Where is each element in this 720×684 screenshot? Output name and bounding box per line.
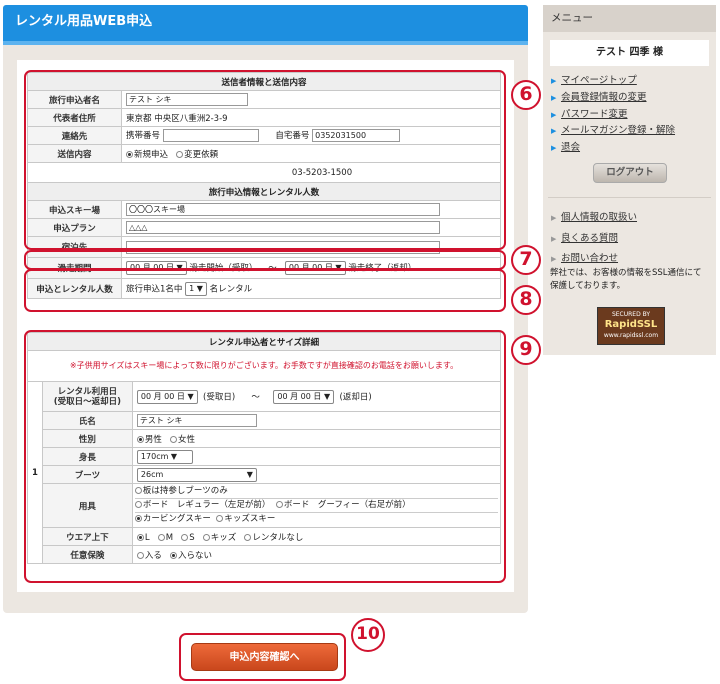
sidebar-link-contact-label: お問い合わせ (561, 253, 619, 264)
triangle-bullet-icon: ▶ (551, 77, 557, 85)
ssl-seal-logo[interactable]: SECURED BY RapidSSL www.rapidssl.com (597, 307, 665, 345)
sidebar-link-faq[interactable]: ▶ 良くある質問 (551, 230, 618, 244)
ssl-seal-url: www.rapidssl.com (603, 332, 659, 339)
marker-6: 6 (511, 80, 541, 110)
sidebar-title: メニュー (543, 5, 716, 32)
sidebar-link-member-info[interactable]: ▶ 会員登録情報の変更 (551, 89, 647, 103)
triangle-bullet-icon: ▶ (551, 111, 557, 119)
sidebar-link-mypage-label: マイページトップ (561, 75, 637, 86)
highlight-box-7 (24, 250, 506, 270)
user-name: テスト 四季 様 (550, 40, 709, 66)
ssl-notice: 弊社では、お客様の情報をSSL通信にて保護しております。 (550, 268, 702, 291)
triangle-bullet-icon: ▶ (551, 144, 557, 152)
sidebar-divider (548, 197, 711, 198)
highlight-box-8 (24, 269, 506, 312)
marker-7: 7 (511, 245, 541, 275)
triangle-bullet-icon: ▶ (551, 235, 557, 243)
sidebar-link-withdraw-label: 退会 (561, 142, 581, 153)
sidebar-link-privacy[interactable]: ▶ 個人情報の取扱い (551, 209, 637, 223)
ssl-seal-brand: RapidSSL (604, 319, 658, 330)
triangle-bullet-icon: ▶ (551, 127, 557, 135)
marker-9: 9 (511, 335, 541, 365)
triangle-bullet-icon: ▶ (551, 94, 557, 102)
marker-8: 8 (511, 285, 541, 315)
triangle-bullet-icon: ▶ (551, 214, 557, 222)
triangle-bullet-icon: ▶ (551, 255, 557, 263)
sidebar-link-mypage[interactable]: ▶ マイページトップ (551, 72, 637, 86)
confirm-application-button[interactable]: 申込内容確認へ (191, 643, 338, 671)
ssl-seal-top: SECURED BY (611, 311, 651, 318)
sidebar-link-faq-label: 良くある質問 (561, 233, 619, 244)
sidebar-link-contact[interactable]: ▶ お問い合わせ (551, 250, 618, 264)
logout-button[interactable]: ログアウト (593, 163, 667, 183)
marker-10: 10 (351, 618, 385, 652)
sidebar-link-password[interactable]: ▶ パスワード変更 (551, 106, 628, 120)
highlight-box-6 (24, 70, 506, 250)
sidebar-link-privacy-label: 個人情報の取扱い (561, 212, 638, 223)
highlight-box-9 (24, 330, 506, 583)
sidebar-link-password-label: パスワード変更 (561, 109, 628, 120)
sidebar-link-withdraw[interactable]: ▶ 退会 (551, 139, 580, 153)
sidebar-link-member-info-label: 会員登録情報の変更 (561, 92, 647, 103)
sidebar-link-newsletter-label: メールマガジン登録・解除 (561, 125, 676, 136)
sidebar-link-newsletter[interactable]: ▶ メールマガジン登録・解除 (551, 122, 675, 136)
page-title: レンタル用品WEB申込 (3, 5, 528, 45)
